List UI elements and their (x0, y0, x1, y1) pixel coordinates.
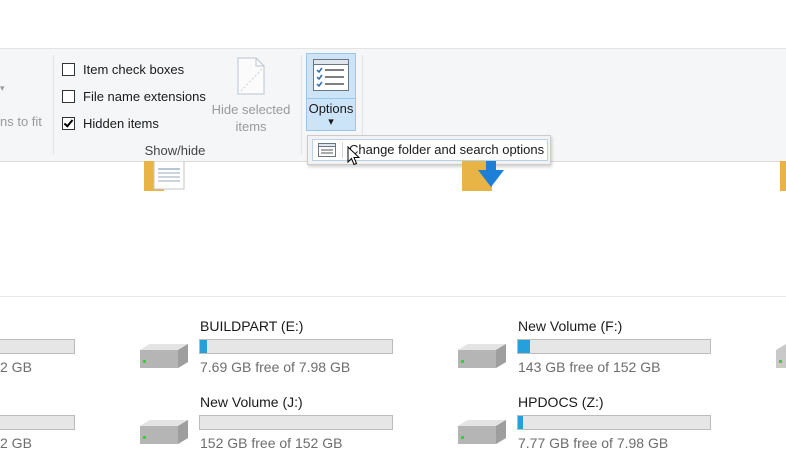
drive-usage-bar (517, 339, 711, 354)
drive-free-space: 152 GB free of 152 GB (200, 435, 343, 451)
options-dropdown-menu: Change folder and search options (307, 135, 551, 165)
section-divider (0, 296, 786, 297)
hide-selected-line2: items (235, 119, 267, 134)
drive-free-space: 7.69 GB free of 7.98 GB (200, 359, 351, 375)
drive-usage-fill (518, 416, 524, 429)
options-dropdown-arrow-icon: ▾ (328, 116, 334, 128)
partial-dropdown-arrow-icon: ▾ (0, 83, 5, 93)
hard-drive-icon (458, 344, 506, 368)
group-label-show-hide: Show/hide (144, 143, 206, 158)
drive-usage-bar (517, 415, 711, 430)
drive-name: New Volume (F:) (518, 318, 623, 334)
hide-page-icon (237, 57, 265, 95)
hard-drive-icon (458, 420, 506, 444)
downloads-folder-thumbnail[interactable] (462, 161, 510, 193)
hidden-items-label: Hidden items (83, 115, 159, 131)
folder-partial-icon (780, 161, 786, 191)
ribbon-separator (301, 55, 302, 155)
folder-options-icon (318, 143, 336, 157)
drive-free-space: 7.77 GB free of 7.98 GB (518, 435, 669, 451)
drive-tile-buildpart[interactable]: BUILDPART (E:) 7.69 GB free of 7.98 GB (136, 316, 406, 378)
hard-drive-icon (140, 344, 188, 368)
hidden-items-checkbox[interactable] (62, 116, 75, 130)
item-check-boxes-option[interactable]: Item check boxes (62, 60, 184, 78)
partial-drive-free-2: 2 GB (0, 435, 32, 451)
drive-tile-new-volume-f[interactable]: New Volume (F:) 143 GB free of 152 GB (454, 316, 724, 378)
menu-icon-separator (342, 142, 343, 158)
drive-name: HPDOCS (Z:) (518, 394, 604, 410)
file-name-extensions-label: File name extensions (83, 88, 206, 104)
drive-usage-bar (199, 415, 393, 430)
options-label: Options (308, 101, 354, 116)
mouse-cursor-icon (347, 146, 361, 166)
drive-name: New Volume (J:) (200, 394, 303, 410)
options-button-icon-area[interactable] (307, 54, 355, 99)
drive-usage-bar (199, 339, 393, 354)
partial-hard-drive-icon (776, 344, 786, 368)
drive-usage-fill (200, 340, 207, 353)
drive-tile-hpdocs[interactable]: HPDOCS (Z:) 7.77 GB free of 7.98 GB (454, 392, 724, 454)
drive-free-space: 143 GB free of 152 GB (518, 359, 661, 375)
folder-document-thumbnail[interactable] (144, 161, 190, 193)
options-button[interactable]: Options ▾ (306, 53, 356, 131)
drive-name: BUILDPART (E:) (200, 318, 304, 334)
ribbon-separator (53, 55, 54, 155)
hidden-items-option[interactable]: Hidden items (62, 114, 159, 132)
hard-drive-icon (140, 420, 188, 444)
partial-drive-bar (0, 339, 75, 354)
downloads-folder-icon (462, 161, 504, 191)
drive-usage-fill (518, 340, 530, 353)
options-icon (313, 59, 349, 91)
partial-drive-free-1: 2 GB (0, 359, 32, 375)
file-name-extensions-option[interactable]: File name extensions (62, 87, 206, 105)
change-folder-options-label: Change folder and search options (349, 142, 545, 157)
item-check-boxes-checkbox[interactable] (62, 62, 75, 76)
folder-documents-icon (144, 161, 185, 191)
partial-drive-bar (0, 415, 75, 430)
drive-tile-new-volume-j[interactable]: New Volume (J:) 152 GB free of 152 GB (136, 392, 406, 454)
file-name-extensions-checkbox[interactable] (62, 89, 75, 103)
hide-selected-line1: Hide selected (211, 102, 291, 117)
hide-selected-items-button[interactable]: Hide selected items (208, 55, 294, 137)
item-check-boxes-label: Item check boxes (83, 61, 185, 77)
ribbon-partial-label: ns to fit (0, 114, 42, 129)
